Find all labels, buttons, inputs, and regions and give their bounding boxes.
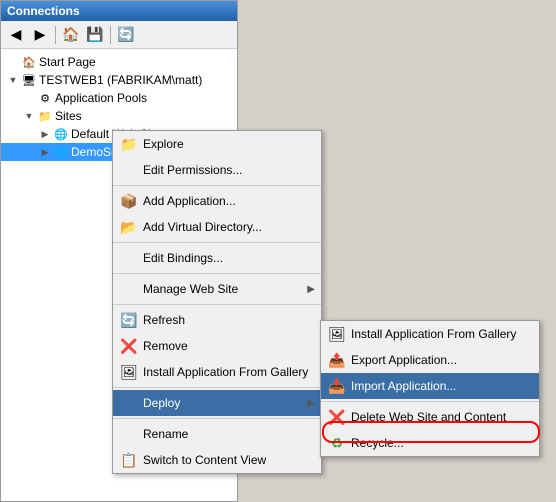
toolbar-separator-2 bbox=[110, 26, 111, 44]
submenu-item-delete-website[interactable]: ❌ Delete Web Site and Content bbox=[321, 404, 539, 430]
menu-item-remove[interactable]: ❌ Remove bbox=[113, 333, 321, 359]
submenu-item-install-gallery[interactable]: 🖼 Install Application From Gallery bbox=[321, 321, 539, 347]
menu-sep-3 bbox=[113, 273, 321, 274]
menu-item-edit-bindings[interactable]: Edit Bindings... bbox=[113, 245, 321, 271]
app-pools-icon: ⚙ bbox=[37, 90, 53, 106]
default-site-expand[interactable]: ▶ bbox=[37, 126, 53, 142]
menu-sep-5 bbox=[113, 387, 321, 388]
deploy-label: Deploy bbox=[143, 396, 307, 410]
edit-bindings-icon bbox=[119, 248, 139, 268]
install-gallery-label: Install Application From Gallery bbox=[143, 365, 315, 379]
remove-label: Remove bbox=[143, 339, 315, 353]
remove-icon: ❌ bbox=[119, 336, 139, 356]
submenu-item-recycle[interactable]: ♻ Recycle... bbox=[321, 430, 539, 456]
edit-permissions-label: Edit Permissions... bbox=[143, 163, 315, 177]
submenu-import-label: Import Application... bbox=[351, 379, 533, 393]
menu-sep-2 bbox=[113, 242, 321, 243]
add-app-label: Add Application... bbox=[143, 194, 315, 208]
rename-icon bbox=[119, 424, 139, 444]
app-pools-label: Application Pools bbox=[55, 91, 147, 105]
refresh-icon: 🔄 bbox=[119, 310, 139, 330]
sites-icon: 📁 bbox=[37, 108, 53, 124]
submenu-import-icon: 📥 bbox=[327, 376, 347, 396]
submenu-sep-1 bbox=[321, 401, 539, 402]
server-icon: 🖥 bbox=[21, 72, 37, 88]
demo-site-icon: 🌐 bbox=[53, 144, 69, 160]
manage-arrow-icon: ▶ bbox=[307, 284, 315, 295]
submenu-install-icon: 🖼 bbox=[327, 324, 347, 344]
menu-item-switch-content-view[interactable]: 📋 Switch to Content View bbox=[113, 447, 321, 473]
deploy-icon bbox=[119, 393, 139, 413]
submenu-item-import-application[interactable]: 📥 Import Application... bbox=[321, 373, 539, 399]
forward-button[interactable]: ▶ bbox=[29, 24, 51, 46]
save-button[interactable]: 💾 bbox=[84, 24, 106, 46]
menu-sep-6 bbox=[113, 418, 321, 419]
install-gallery-icon: 🖼 bbox=[119, 362, 139, 382]
demo-site-expand[interactable]: ▶ bbox=[37, 144, 53, 160]
expand-placeholder bbox=[5, 54, 21, 70]
submenu-item-export-application[interactable]: 📤 Export Application... bbox=[321, 347, 539, 373]
submenu-recycle-label: Recycle... bbox=[351, 436, 533, 450]
menu-item-rename[interactable]: Rename bbox=[113, 421, 321, 447]
menu-item-refresh[interactable]: 🔄 Refresh bbox=[113, 307, 321, 333]
submenu-export-label: Export Application... bbox=[351, 353, 533, 367]
server-label: TESTWEB1 (FABRIKAM\matt) bbox=[39, 73, 202, 87]
start-page-label: Start Page bbox=[39, 55, 96, 69]
menu-item-add-virtual-dir[interactable]: 📂 Add Virtual Directory... bbox=[113, 214, 321, 240]
add-vdir-icon: 📂 bbox=[119, 217, 139, 237]
back-button[interactable]: ◀ bbox=[5, 24, 27, 46]
manage-icon bbox=[119, 279, 139, 299]
manage-label: Manage Web Site bbox=[143, 282, 307, 296]
server-expand-icon[interactable]: ▼ bbox=[5, 72, 21, 88]
menu-sep-1 bbox=[113, 185, 321, 186]
edit-permissions-icon bbox=[119, 160, 139, 180]
menu-item-deploy[interactable]: Deploy ▶ bbox=[113, 390, 321, 416]
menu-item-edit-permissions[interactable]: Edit Permissions... bbox=[113, 157, 321, 183]
menu-item-explore[interactable]: 📁 Explore bbox=[113, 131, 321, 157]
add-vdir-label: Add Virtual Directory... bbox=[143, 220, 315, 234]
tree-item-start-page[interactable]: 🏠 Start Page bbox=[1, 53, 237, 71]
explore-label: Explore bbox=[143, 137, 315, 151]
app-pools-expand bbox=[21, 90, 37, 106]
menu-sep-4 bbox=[113, 304, 321, 305]
submenu-delete-icon: ❌ bbox=[327, 407, 347, 427]
deploy-arrow-icon: ▶ bbox=[307, 398, 315, 409]
context-menu: 📁 Explore Edit Permissions... 📦 Add Appl… bbox=[112, 130, 322, 474]
tree-item-app-pools[interactable]: ⚙ Application Pools bbox=[1, 89, 237, 107]
edit-bindings-label: Edit Bindings... bbox=[143, 251, 315, 265]
menu-item-install-gallery[interactable]: 🖼 Install Application From Gallery bbox=[113, 359, 321, 385]
menu-item-manage-web-site[interactable]: Manage Web Site ▶ bbox=[113, 276, 321, 302]
rename-label: Rename bbox=[143, 427, 315, 441]
start-page-icon: 🏠 bbox=[21, 54, 37, 70]
switch-content-label: Switch to Content View bbox=[143, 453, 315, 467]
home-button[interactable]: 🏠 bbox=[60, 24, 82, 46]
explore-icon: 📁 bbox=[119, 134, 139, 154]
tree-item-sites[interactable]: ▼ 📁 Sites bbox=[1, 107, 237, 125]
submenu-recycle-icon: ♻ bbox=[327, 433, 347, 453]
tree-item-server[interactable]: ▼ 🖥 TESTWEB1 (FABRIKAM\matt) bbox=[1, 71, 237, 89]
sites-expand-icon[interactable]: ▼ bbox=[21, 108, 37, 124]
panel-title: Connections bbox=[1, 1, 237, 21]
submenu-export-icon: 📤 bbox=[327, 350, 347, 370]
menu-item-add-application[interactable]: 📦 Add Application... bbox=[113, 188, 321, 214]
refresh-label: Refresh bbox=[143, 313, 315, 327]
submenu-delete-label: Delete Web Site and Content bbox=[351, 410, 533, 424]
add-app-icon: 📦 bbox=[119, 191, 139, 211]
deploy-submenu: 🖼 Install Application From Gallery 📤 Exp… bbox=[320, 320, 540, 457]
toolbar-separator bbox=[55, 26, 56, 44]
refresh-button[interactable]: 🔄 bbox=[115, 24, 137, 46]
sites-label: Sites bbox=[55, 109, 82, 123]
default-site-icon: 🌐 bbox=[53, 126, 69, 142]
submenu-install-label: Install Application From Gallery bbox=[351, 327, 533, 341]
switch-content-icon: 📋 bbox=[119, 450, 139, 470]
toolbar: ◀ ▶ 🏠 💾 🔄 bbox=[1, 21, 237, 49]
